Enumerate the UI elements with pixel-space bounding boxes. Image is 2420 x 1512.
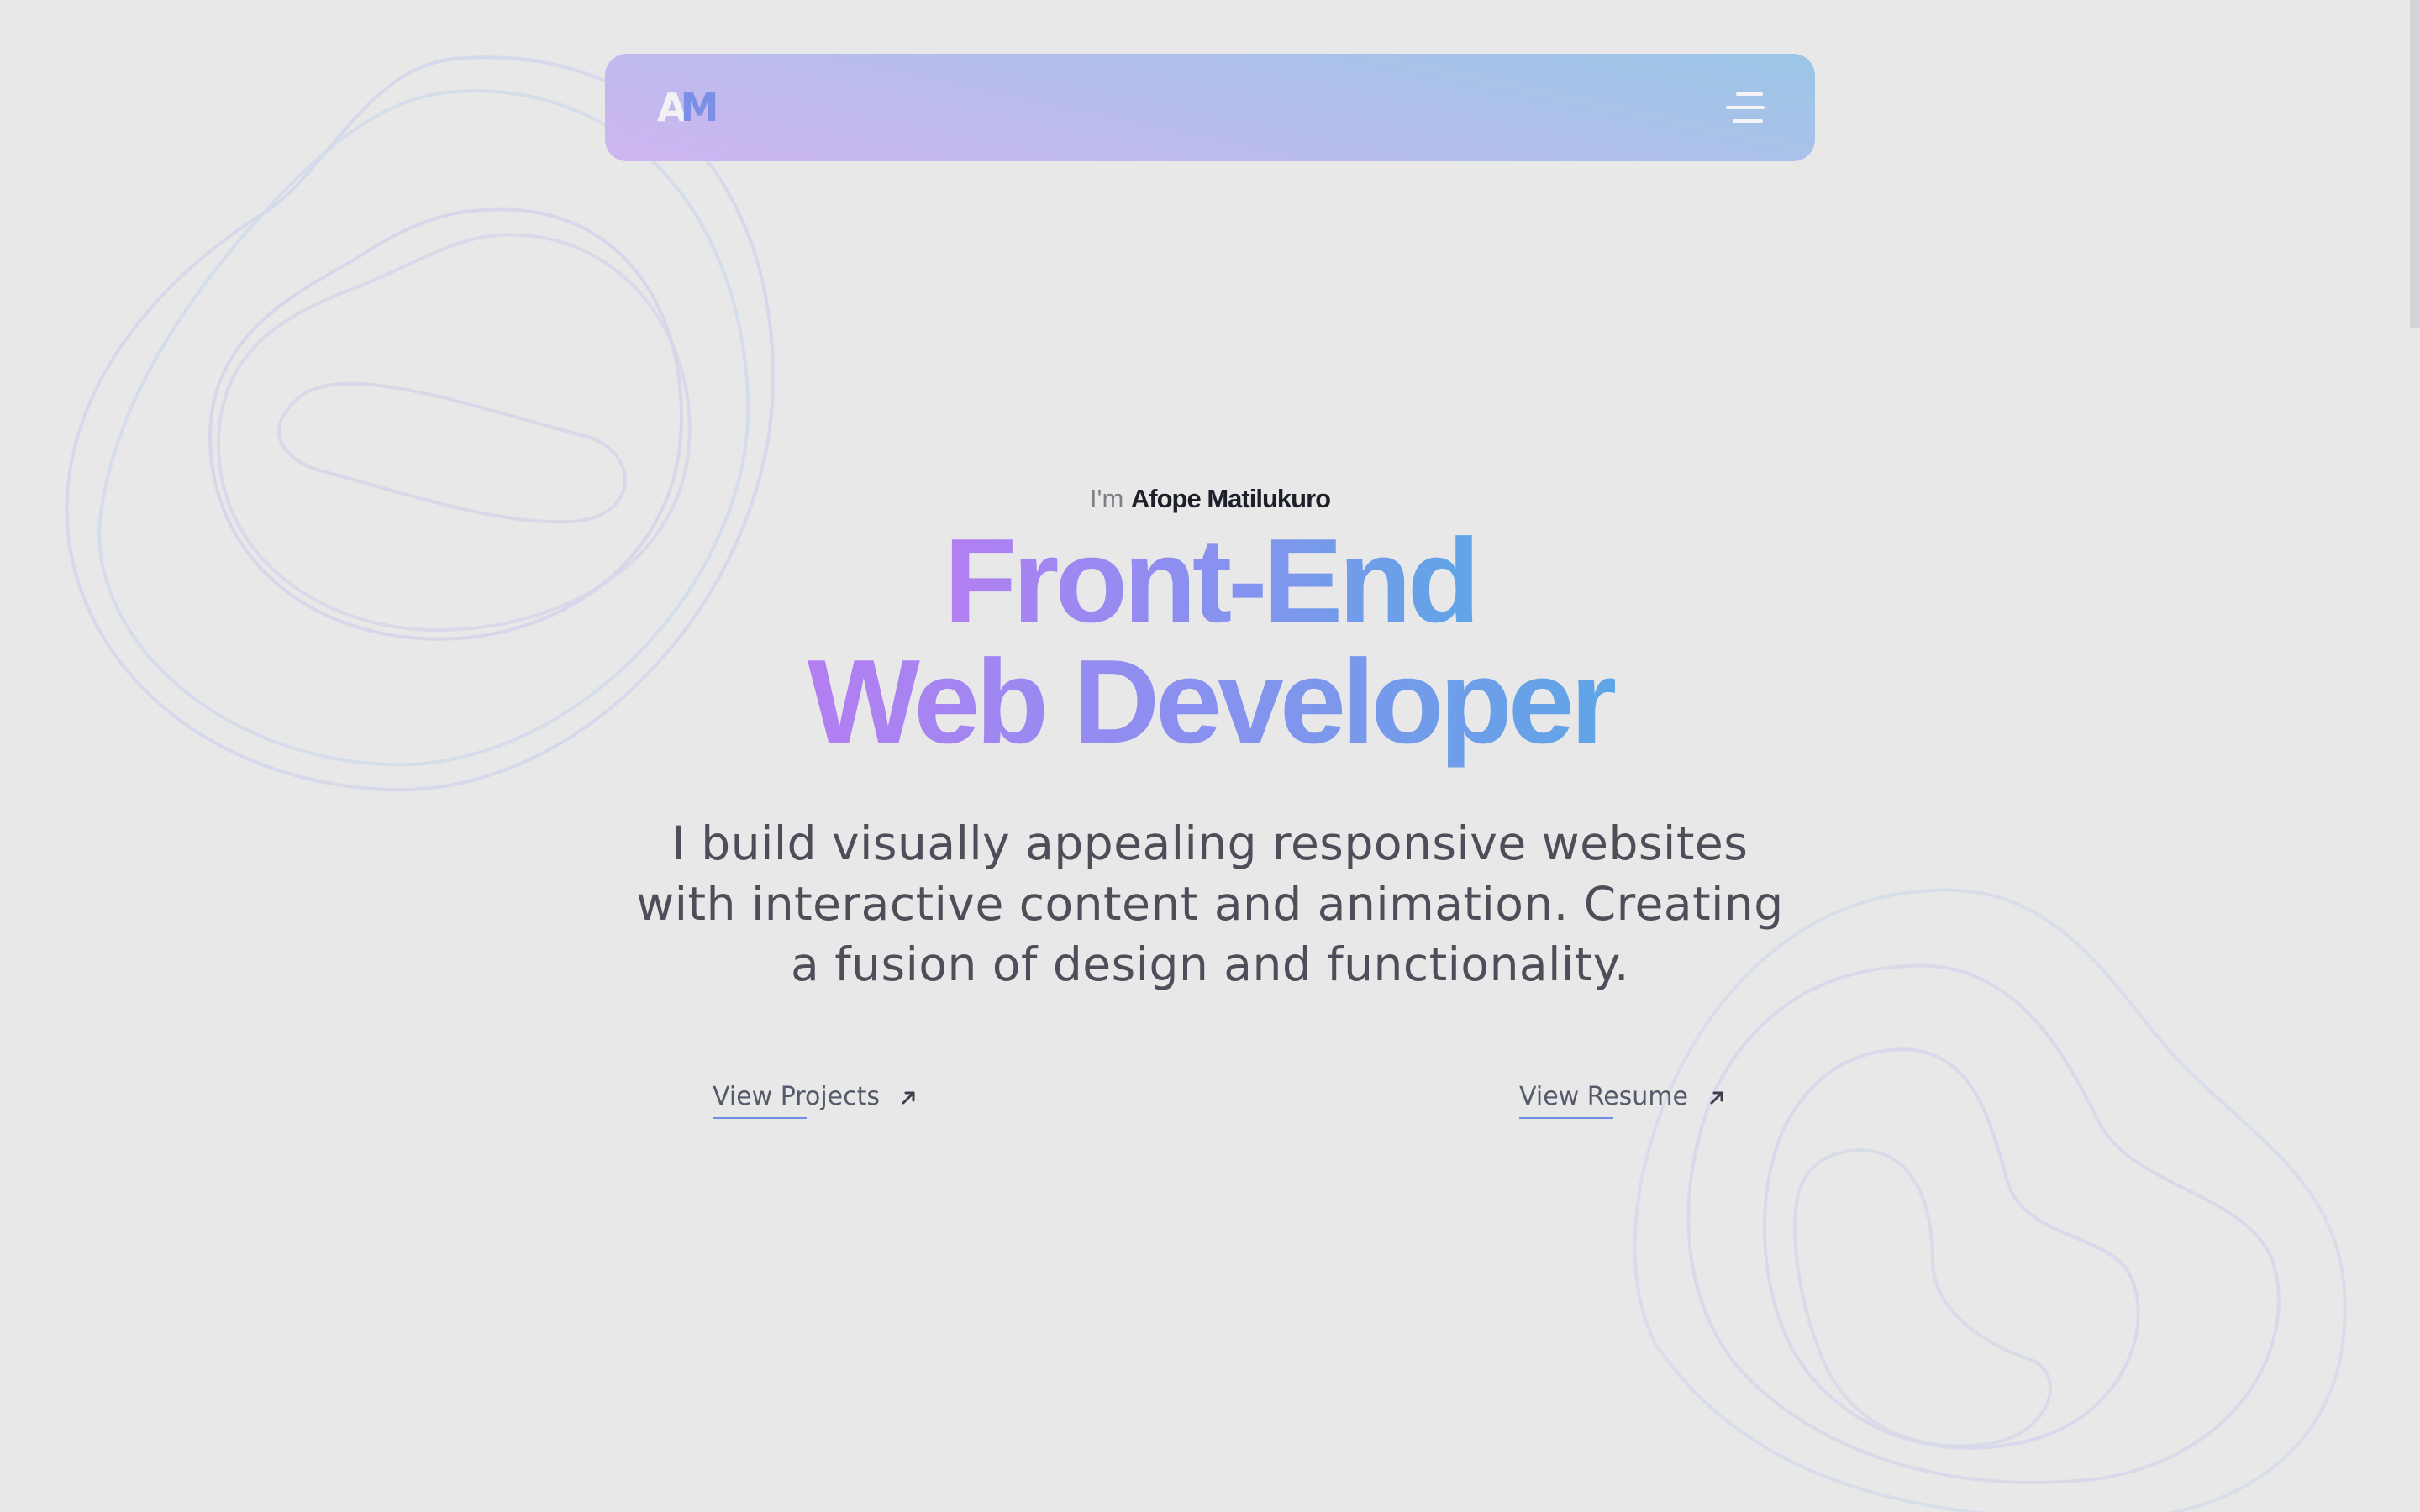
menu-bar-middle	[1726, 106, 1765, 109]
arrow-up-right-icon	[902, 1091, 915, 1104]
menu-bar-bottom	[1733, 119, 1763, 123]
developer-name: Afope Matilukuro	[1130, 484, 1331, 513]
logo-letter-m: M	[680, 85, 719, 130]
intro-prefix: I'm	[1089, 484, 1124, 513]
arrow-up-right-icon	[1710, 1091, 1723, 1104]
headline-text-2: Web Developer	[802, 635, 1618, 769]
view-resume-link[interactable]: View Resume	[1519, 1079, 1727, 1121]
hero-description: I build visually appealing responsive we…	[636, 816, 1784, 991]
logo-letter-a: A	[657, 85, 687, 130]
logo[interactable]: AM	[657, 84, 719, 131]
view-projects-underline	[713, 1117, 807, 1119]
hero-headline: Front-End Web Developer	[0, 521, 2420, 763]
view-resume-label: View Resume	[1519, 1082, 1689, 1111]
view-projects-link[interactable]: View Projects	[713, 1079, 918, 1121]
top-navbar: AM	[605, 54, 1815, 161]
scrollbar-thumb[interactable]	[2410, 0, 2420, 328]
view-projects-label: View Projects	[713, 1082, 880, 1111]
portfolio-page: AM I'm Afope Matilukuro Front-End Web De…	[0, 0, 2420, 1512]
view-resume-underline	[1519, 1117, 1613, 1119]
headline-text-1: Front-End	[939, 514, 1481, 648]
hamburger-menu-icon[interactable]	[1724, 87, 1766, 128]
headline-line-1: Front-End	[0, 521, 2420, 642]
headline-line-2: Web Developer	[0, 642, 2420, 763]
menu-bar-top	[1736, 92, 1763, 96]
